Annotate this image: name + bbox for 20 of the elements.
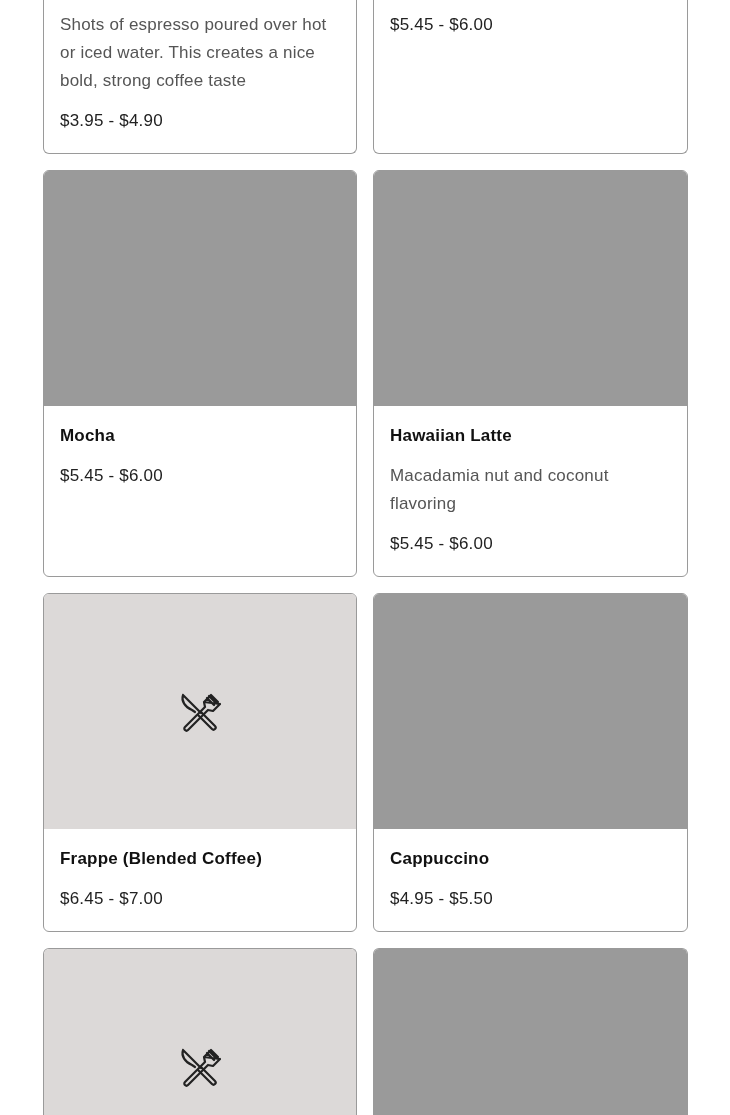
- menu-card[interactable]: [373, 948, 688, 1115]
- item-price: $4.95 - $5.50: [390, 888, 494, 910]
- menu-card[interactable]: Shots of espresso poured over hot or iced water. This creates a nice bold, strong coffee taste $3.95 - $4.90: [43, 0, 357, 154]
- item-description: Macadamia nut and coconut flavoring: [390, 465, 610, 515]
- item-name: Mocha: [60, 425, 116, 447]
- item-name: Hawaiian Latte: [390, 425, 513, 447]
- item-price: $5.45 - $6.00: [390, 14, 494, 36]
- menu-card[interactable]: $5.45 - $6.00: [373, 0, 688, 154]
- menu-card[interactable]: Cappuccino $4.95 - $5.50: [373, 593, 688, 932]
- item-price: $5.45 - $6.00: [390, 533, 494, 555]
- item-description: Shots of espresso poured over hot or iced water. This creates a nice bold, strong coffee taste: [60, 14, 328, 92]
- item-name: Cappuccino: [390, 848, 491, 870]
- menu-card[interactable]: Mocha $5.45 - $6.00: [43, 170, 357, 577]
- menu-card[interactable]: Hawaiian Latte Macadamia nut and coconut flavoring $5.45 - $6.00: [373, 170, 688, 577]
- menu-card[interactable]: Frappe (Blended Coffee) $6.45 - $7.00: [43, 593, 357, 932]
- item-price: $6.45 - $7.00: [60, 888, 164, 910]
- item-price: $3.95 - $4.90: [60, 110, 164, 132]
- item-price: $5.45 - $6.00: [60, 465, 164, 487]
- menu-card[interactable]: [43, 948, 357, 1115]
- item-name: Frappe (Blended Coffee): [60, 848, 263, 870]
